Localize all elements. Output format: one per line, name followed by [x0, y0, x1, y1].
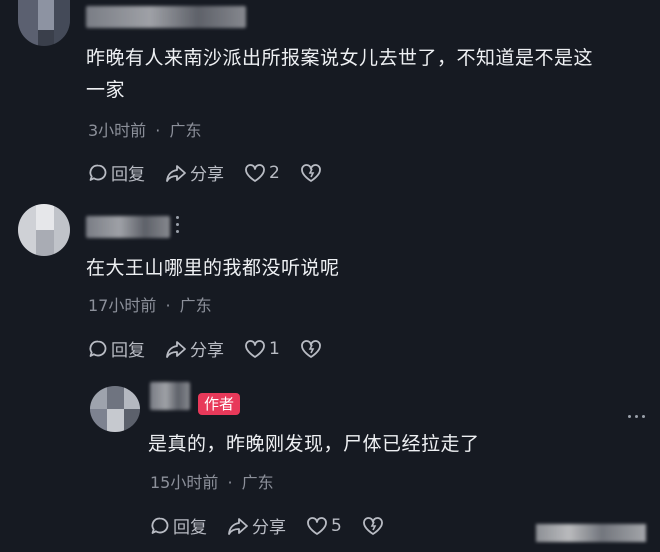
reply-icon — [88, 339, 108, 359]
dislike-icon — [300, 339, 322, 359]
meta-separator: · — [227, 473, 233, 492]
comment-text-continued: 一家 — [86, 79, 126, 101]
dislike-icon — [362, 516, 384, 536]
comment-time: 3小时前 — [88, 121, 147, 140]
comment-time: 17小时前 — [88, 296, 157, 315]
watermark-blur — [536, 524, 646, 542]
like-icon — [244, 163, 266, 183]
avatar[interactable] — [18, 0, 70, 46]
comment-text: 昨晚有人来南沙派出所报案说女儿去世了，不知道是不是这 — [86, 47, 594, 69]
like-icon — [306, 516, 328, 536]
share-label: 分享 — [190, 165, 224, 185]
reply-label: 回复 — [111, 341, 145, 361]
dislike-button[interactable] — [300, 163, 322, 183]
comment-meta: 3小时前 · 广东 — [88, 117, 201, 141]
share-button[interactable]: 分享 — [227, 513, 286, 538]
dislike-button[interactable] — [300, 339, 322, 359]
reply-button[interactable]: 回复 — [88, 336, 145, 361]
reply-icon — [88, 163, 108, 183]
share-icon — [227, 516, 249, 536]
share-button[interactable]: 分享 — [165, 336, 224, 361]
share-icon — [165, 339, 187, 359]
reply-button[interactable]: 回复 — [88, 160, 145, 185]
comment-location: 广东 — [179, 296, 212, 315]
like-button[interactable]: 1 — [244, 339, 280, 359]
like-count: 2 — [269, 162, 280, 183]
author-badge: 作者 — [198, 393, 241, 415]
reply-label: 回复 — [111, 165, 145, 185]
like-icon — [244, 339, 266, 359]
like-count: 1 — [269, 338, 280, 359]
meta-separator: · — [155, 121, 161, 140]
comment-actions: 回复 分享 5 — [150, 513, 384, 538]
username-redacted[interactable] — [150, 382, 190, 410]
more-icon[interactable] — [628, 410, 645, 418]
more-icon[interactable] — [176, 216, 180, 233]
meta-separator: · — [165, 296, 171, 315]
comment-actions: 回复 分享 2 — [88, 160, 322, 185]
avatar[interactable] — [90, 386, 140, 432]
comment-location: 广东 — [169, 121, 202, 140]
reply-icon — [150, 516, 170, 536]
comment-text: 在大王山哪里的我都没听说呢 — [86, 257, 340, 279]
dislike-icon — [300, 163, 322, 183]
like-button[interactable]: 5 — [306, 516, 342, 536]
comment-actions: 回复 分享 1 — [88, 336, 322, 361]
like-count: 5 — [331, 515, 342, 536]
comment-text: 是真的，昨晚刚发现，尸体已经拉走了 — [148, 433, 480, 455]
reply-label: 回复 — [173, 518, 207, 538]
reply-button[interactable]: 回复 — [150, 513, 207, 538]
share-label: 分享 — [190, 341, 224, 361]
avatar[interactable] — [18, 204, 70, 256]
comment-location: 广东 — [241, 473, 274, 492]
comment-time: 15小时前 — [150, 473, 219, 492]
comment-meta: 15小时前 · 广东 — [150, 469, 274, 493]
share-button[interactable]: 分享 — [165, 160, 224, 185]
username-redacted[interactable] — [86, 6, 246, 28]
comment-meta: 17小时前 · 广东 — [88, 292, 212, 316]
dislike-button[interactable] — [362, 516, 384, 536]
share-label: 分享 — [252, 518, 286, 538]
like-button[interactable]: 2 — [244, 163, 280, 183]
share-icon — [165, 163, 187, 183]
username-redacted[interactable] — [86, 216, 170, 238]
